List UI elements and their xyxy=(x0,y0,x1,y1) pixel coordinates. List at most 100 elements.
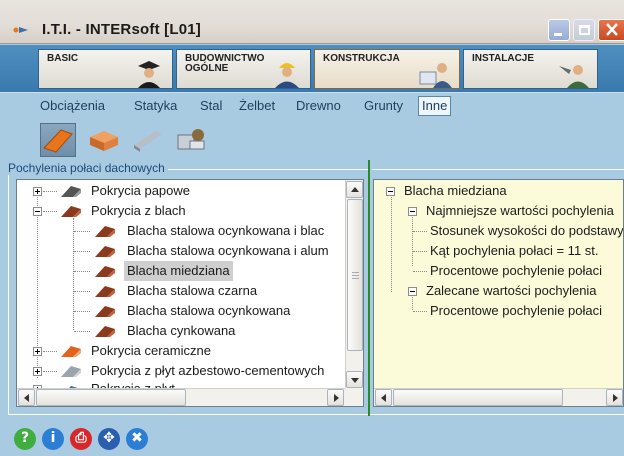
tree-item-pokrycia-ceramiczne[interactable]: Pokrycia ceramiczne xyxy=(17,341,347,361)
panel-splitter[interactable] xyxy=(368,160,370,416)
detail-item-recommended-percent[interactable]: Procentowe pochylenie połaci xyxy=(374,301,623,321)
help-button[interactable]: ? xyxy=(14,428,36,450)
scroll-thumb[interactable] xyxy=(347,199,363,351)
details-panel: Blacha miedziana Najmniejsze wartości po… xyxy=(373,179,624,407)
tree-item-blacha-ocynkowana[interactable]: Blacha stalowa ocynkowana xyxy=(17,301,347,321)
roof-tool-button[interactable] xyxy=(40,123,76,157)
minimize-button[interactable] xyxy=(548,19,570,41)
scroll-down-button[interactable] xyxy=(346,371,363,388)
menu-obciazenia[interactable]: Obciążenia xyxy=(40,98,105,113)
tree-item-blacha-miedziana[interactable]: Blacha miedziana xyxy=(17,261,347,281)
app-logo-icon xyxy=(13,27,28,33)
chevron-down-icon xyxy=(351,378,359,383)
scroll-left-button[interactable] xyxy=(18,389,35,406)
roof-brown-icon xyxy=(95,286,115,297)
tree-branch xyxy=(43,371,57,372)
chevron-up-icon xyxy=(351,187,359,192)
tree-item-blacha-ocynk-blac[interactable]: Blacha stalowa ocynkowana i blac xyxy=(17,221,347,241)
detail-item-ratio[interactable]: Stosunek wysokości do podstawy xyxy=(374,221,623,241)
navigate-button[interactable]: ✥ xyxy=(98,428,120,450)
tree-branch xyxy=(413,251,427,252)
toolbar xyxy=(0,120,624,160)
chevron-right-icon xyxy=(334,394,339,402)
detail-item-root[interactable]: Blacha miedziana xyxy=(374,181,623,201)
chevron-right-icon xyxy=(613,394,618,402)
roof-orange-icon xyxy=(61,346,81,357)
tree-item-pokrycia-azbestowe[interactable]: Pokrycia z płyt azbestowo-cementowych xyxy=(17,361,347,381)
plumber-icon xyxy=(559,65,589,88)
menu-inne[interactable]: Inne xyxy=(418,96,452,116)
close-button[interactable] xyxy=(598,19,624,41)
tree-branch xyxy=(43,351,57,352)
print-button[interactable]: ⎙ xyxy=(70,428,92,450)
title-bar[interactable]: I.T.I. - INTERsoft [L01] xyxy=(0,0,624,44)
tree-branch xyxy=(74,271,90,272)
chevron-left-icon xyxy=(381,394,386,402)
hscroll-thumb[interactable] xyxy=(393,389,563,406)
menu-zelbet[interactable]: Żelbet xyxy=(239,98,275,113)
expand-icon[interactable] xyxy=(33,187,42,196)
tab-basic[interactable]: BASIC xyxy=(38,49,173,89)
info-icon: i xyxy=(50,430,56,446)
roofing-tree: Pokrycia papowe Pokrycia z blach Blacha … xyxy=(17,180,363,406)
bricks-tool-button[interactable] xyxy=(86,123,122,157)
roof-grey-icon xyxy=(61,366,81,377)
tree-item-pokrycia-z-blach[interactable]: Pokrycia z blach xyxy=(17,201,347,221)
expand-icon[interactable] xyxy=(33,367,42,376)
scroll-up-button[interactable] xyxy=(346,181,363,198)
collapse-icon[interactable] xyxy=(33,207,42,216)
tree-item-label: Pokrycia ceramiczne xyxy=(91,343,211,358)
misc-tool-button[interactable] xyxy=(174,123,210,157)
app-window: I.T.I. - INTERsoft [L01] BASIC BUDOWNICT… xyxy=(0,0,624,456)
tools-icon: ✖ xyxy=(131,430,143,446)
expand-icon[interactable] xyxy=(33,347,42,356)
scroll-right-button[interactable] xyxy=(327,389,344,406)
detail-item-min-values[interactable]: Najmniejsze wartości pochylenia xyxy=(374,201,623,221)
roof-brown-icon xyxy=(95,326,115,337)
menu-drewno[interactable]: Drewno xyxy=(296,98,341,113)
tree-item-blacha-cynkowana[interactable]: Blacha cynkowana xyxy=(17,321,347,341)
tree-horizontal-scrollbar[interactable] xyxy=(17,388,347,406)
menu-statyka[interactable]: Statyka xyxy=(134,98,177,113)
tree-item-pokrycia-papowe[interactable]: Pokrycia papowe xyxy=(17,181,347,201)
tree-item-label: Blacha cynkowana xyxy=(127,323,236,338)
collapse-icon[interactable] xyxy=(408,207,417,216)
tree-item-label: Pokrycia z płyt azbestowo-cementowych xyxy=(91,363,325,378)
details-horizontal-scrollbar[interactable] xyxy=(374,388,623,406)
tree-item-blacha-czarna[interactable]: Blacha stalowa czarna xyxy=(17,281,347,301)
close-icon xyxy=(606,23,618,36)
tree-item-blacha-ocynk-alum[interactable]: Blacha stalowa ocynkowana i alum xyxy=(17,241,347,261)
group-frame-left xyxy=(8,169,9,415)
tab-konstrukcja[interactable]: KONSTRUKCJA xyxy=(314,49,460,89)
detail-item-angle[interactable]: Kąt pochylenia połaci = 11 st. xyxy=(374,241,623,261)
info-button[interactable]: i xyxy=(42,428,64,450)
scroll-corner xyxy=(345,388,363,406)
roof-brown-icon xyxy=(95,246,115,257)
steel-tool-button[interactable] xyxy=(130,123,166,157)
group-frame-bottom xyxy=(8,414,624,415)
scroll-right-button[interactable] xyxy=(606,389,623,406)
tree-branch xyxy=(43,191,57,192)
tree-branch xyxy=(74,331,90,332)
collapse-icon[interactable] xyxy=(386,187,395,196)
tree-vertical-scrollbar[interactable] xyxy=(345,180,363,388)
detail-item-label: Zalecane wartości pochylenia xyxy=(426,283,597,298)
detail-item-recommended[interactable]: Zalecane wartości pochylenia xyxy=(374,281,623,301)
builder-icon xyxy=(275,63,299,88)
menu-stal[interactable]: Stal xyxy=(200,98,222,113)
tab-budownictwo-ogolne[interactable]: BUDOWNICTWO OGÓLNE xyxy=(176,49,311,89)
scroll-left-button[interactable] xyxy=(375,389,392,406)
collapse-icon[interactable] xyxy=(408,287,417,296)
grip-line xyxy=(352,275,359,276)
tab-instalacje[interactable]: INSTALACJE xyxy=(463,49,598,89)
detail-item-percent[interactable]: Procentowe pochylenie połaci xyxy=(374,261,623,281)
menu-grunty[interactable]: Grunty xyxy=(364,98,403,113)
tree-branch xyxy=(43,211,57,212)
tree-item-label: Pokrycia papowe xyxy=(91,183,190,198)
tree-branch xyxy=(74,311,90,312)
detail-item-label: Procentowe pochylenie połaci xyxy=(430,263,602,278)
hscroll-thumb[interactable] xyxy=(36,389,186,406)
maximize-button[interactable] xyxy=(573,19,595,41)
detail-item-label: Kąt pochylenia połaci = 11 st. xyxy=(430,243,599,258)
settings-button[interactable]: ✖ xyxy=(126,428,148,450)
